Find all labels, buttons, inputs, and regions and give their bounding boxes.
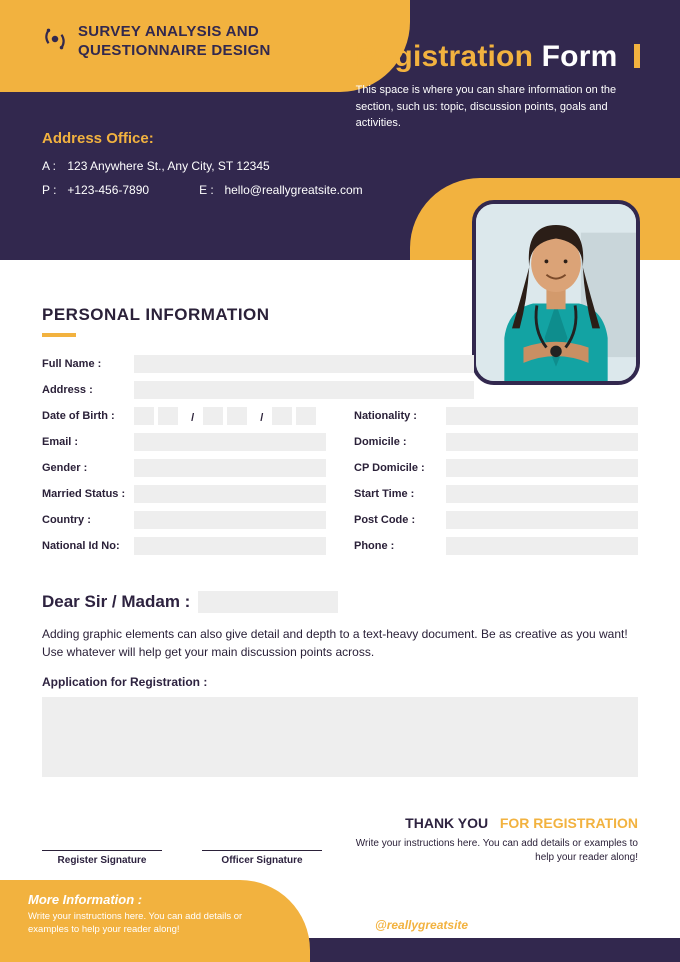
page-title-block: Registration Form This space is where yo… [356,40,640,132]
signature-officer-label: Officer Signature [202,855,322,866]
more-info-tab: More Information : Write your instructio… [0,880,310,962]
input-national-id[interactable] [134,537,326,555]
label-domicile: Domicile : [354,436,446,448]
address-a-value: 123 Anywhere St., Any City, ST 12345 [67,159,269,173]
address-block: Address Office: A : 123 Anywhere St., An… [42,130,363,207]
input-dob-d2[interactable] [158,407,178,425]
footer-bar [280,938,680,962]
label-start-time: Start Time : [354,488,446,500]
page-title: Registration Form [356,40,640,74]
email-line: E : hello@reallygreatsite.com [199,183,363,197]
label-married: Married Status : [42,488,134,500]
brand: SURVEY ANALYSIS AND QUESTIONNAIRE DESIGN [42,23,318,61]
email-value: hello@reallygreatsite.com [224,183,362,197]
input-dob-y2[interactable] [296,407,316,425]
input-post-code[interactable] [446,511,638,529]
label-full-name: Full Name : [42,358,134,370]
label-national-id: National Id No: [42,540,134,552]
label-cp-domicile: CP Domicile : [354,462,446,474]
input-country[interactable] [134,511,326,529]
input-cp-domicile[interactable] [446,459,638,477]
greeting-label: Dear Sir / Madam : [42,592,190,612]
signature-row: Register Signature Officer Signature [42,850,322,866]
address-heading: Address Office: [42,130,363,147]
page-subtitle: This space is where you can share inform… [356,82,621,132]
thank-you-line1: THANK YOU [405,815,488,831]
input-address[interactable] [134,381,474,399]
input-dob-d1[interactable] [134,407,154,425]
label-country: Country : [42,514,134,526]
label-nationality: Nationality : [354,410,446,422]
signature-register-label: Register Signature [42,855,162,866]
thank-you-body: Write your instructions here. You can ad… [338,837,638,865]
phone-label: P : [42,183,64,197]
section-underline [42,333,76,337]
label-address: Address : [42,384,134,396]
dob-sep-1: / [191,412,194,424]
label-dob: Date of Birth : [42,410,134,422]
more-info-body: Write your instructions here. You can ad… [28,911,270,937]
input-dob-m2[interactable] [227,407,247,425]
input-gender[interactable] [134,459,326,477]
thank-you-title: THANK YOU FOR REGISTRATION [338,815,638,831]
input-dob-y1[interactable] [272,407,292,425]
input-greeting-name[interactable] [198,591,338,613]
phone-value: +123-456-7890 [67,183,149,197]
dob-sep-2: / [260,412,263,424]
input-nationality[interactable] [446,407,638,425]
input-domicile[interactable] [446,433,638,451]
address-line: A : 123 Anywhere St., Any City, ST 12345 [42,159,363,173]
email-label: E : [199,183,221,197]
more-info-title: More Information : [28,892,270,907]
label-gender: Gender : [42,462,134,474]
application-label: Application for Registration : [42,675,638,689]
input-start-time[interactable] [446,485,638,503]
title-plain: Form [542,40,618,73]
signature-register-line[interactable] [42,850,162,851]
form-content: PERSONAL INFORMATION Full Name : Address… [42,305,638,782]
thank-you-line2: FOR REGISTRATION [500,815,638,831]
input-dob-m1[interactable] [203,407,223,425]
phone-line: P : +123-456-7890 [42,183,149,197]
input-married[interactable] [134,485,326,503]
social-handle: @reallygreatsite [375,918,468,932]
letter-body: Adding graphic elements can also give de… [42,625,638,661]
thank-you-block: THANK YOU FOR REGISTRATION Write your in… [338,815,638,865]
signature-register: Register Signature [42,850,162,866]
signature-officer-line[interactable] [202,850,322,851]
label-post-code: Post Code : [354,514,446,526]
greeting-row: Dear Sir / Madam : [42,591,638,613]
title-accent: Registration [356,40,533,73]
input-phone[interactable] [446,537,638,555]
logo-icon [42,26,68,52]
label-email: Email : [42,436,134,448]
label-phone: Phone : [354,540,446,552]
signature-officer: Officer Signature [202,850,322,866]
section-personal-title: PERSONAL INFORMATION [42,305,638,325]
title-bar-accent [634,44,640,68]
input-application[interactable] [42,697,638,777]
input-email[interactable] [134,433,326,451]
input-full-name[interactable] [134,355,474,373]
brand-title: SURVEY ANALYSIS AND QUESTIONNAIRE DESIGN [78,23,318,61]
address-a-label: A : [42,159,64,173]
dob-group: / / [134,407,320,425]
